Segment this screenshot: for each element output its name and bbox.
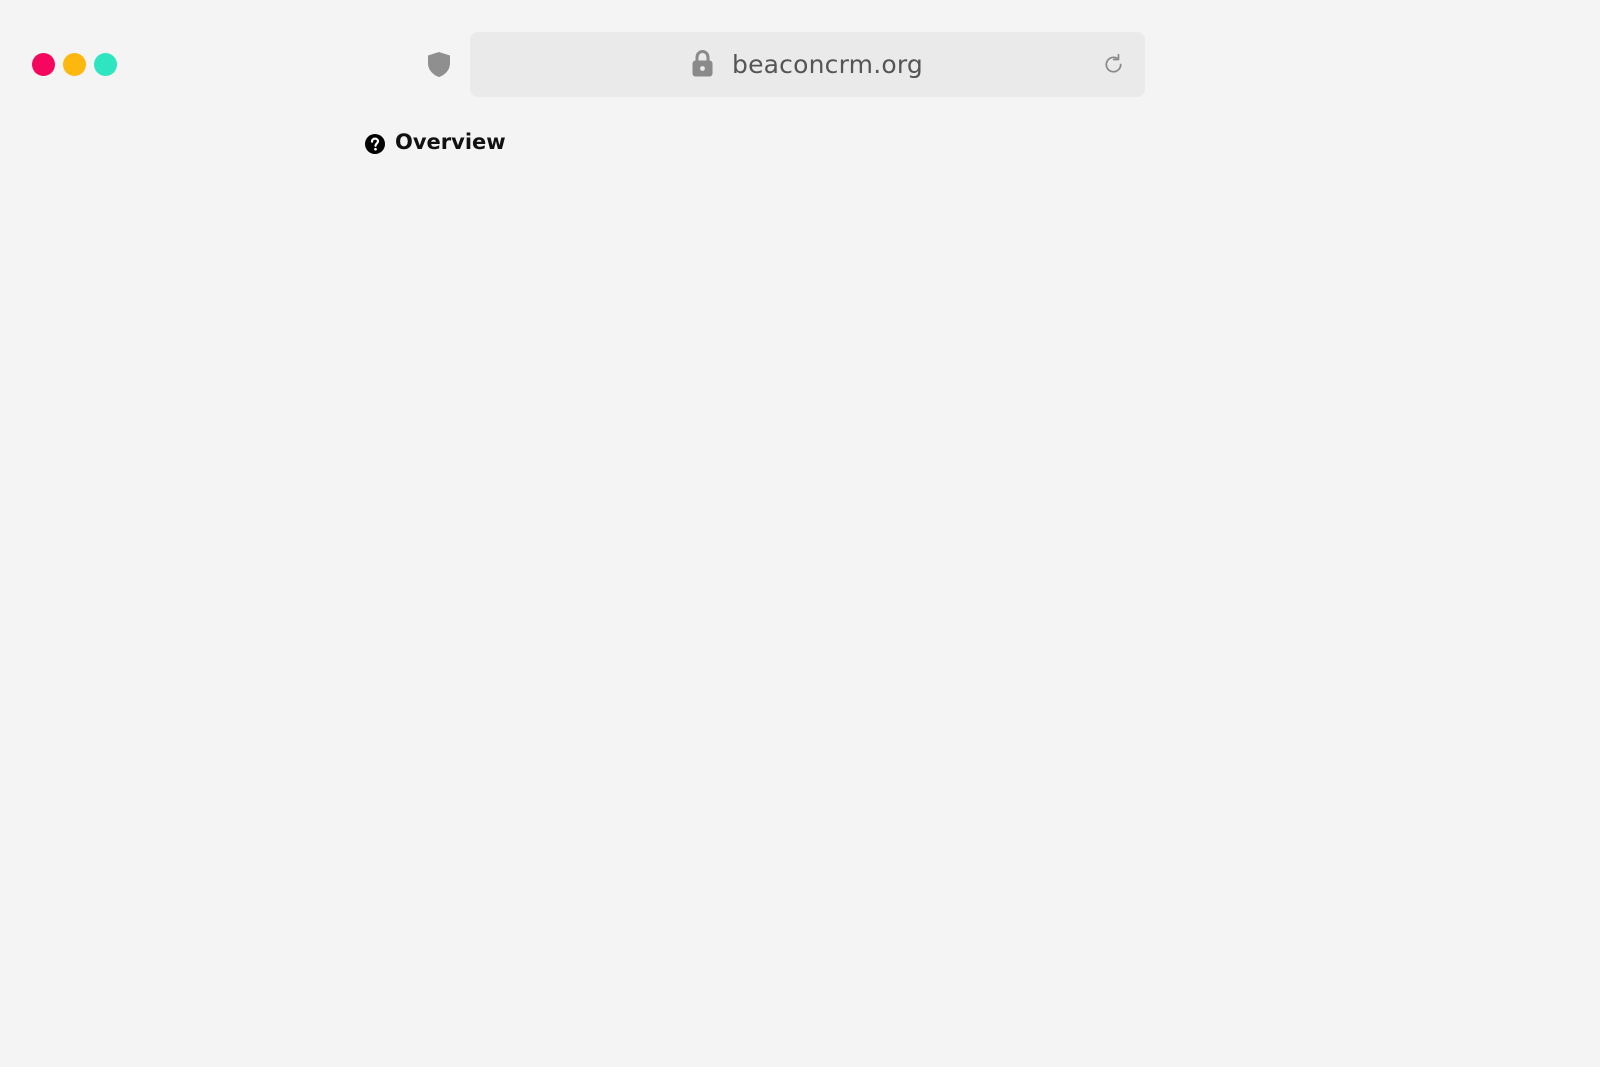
close-window-button[interactable] [32, 53, 55, 76]
maximize-window-button[interactable] [94, 53, 117, 76]
address-bar[interactable]: beaconcrm.org [470, 32, 1145, 97]
address-bar-content: beaconcrm.org [470, 32, 1145, 97]
help-circle-icon [365, 133, 385, 154]
url-text: beaconcrm.org [732, 50, 923, 79]
shield-icon[interactable] [427, 51, 451, 78]
lock-icon [692, 49, 713, 76]
overview-heading: Overview [365, 130, 506, 154]
window-controls [32, 53, 117, 76]
overview-label: Overview [395, 130, 506, 154]
minimize-window-button[interactable] [63, 53, 86, 76]
reload-icon[interactable] [1102, 53, 1125, 76]
